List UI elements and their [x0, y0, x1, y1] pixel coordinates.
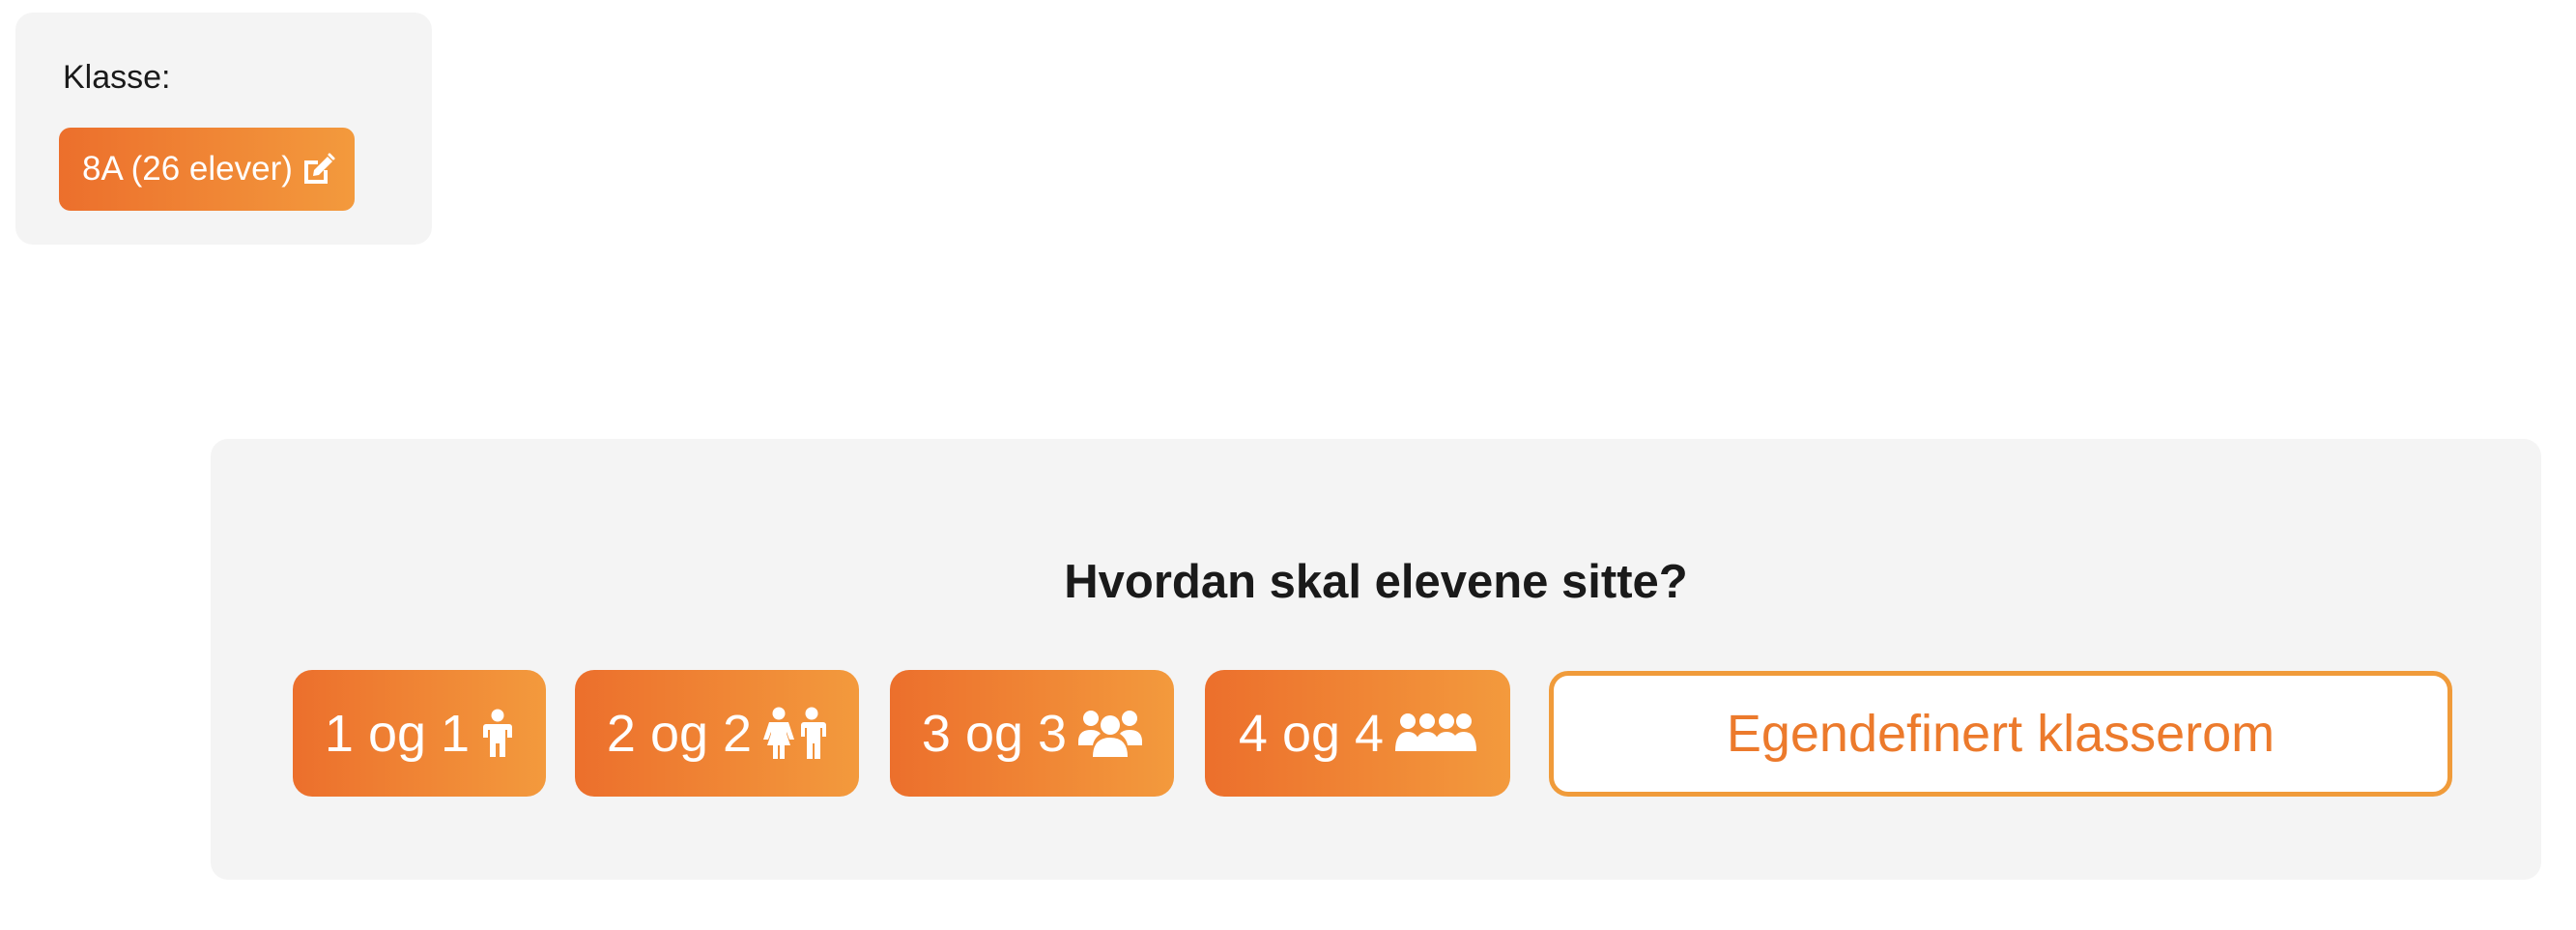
four-people-icon — [1395, 712, 1477, 755]
two-children-icon — [763, 707, 827, 761]
seating-panel: Hvordan skal elevene sitte? 1 og 1 2 og … — [211, 439, 2541, 880]
seat-option-2og2-button[interactable]: 2 og 2 — [575, 670, 859, 797]
class-card: Klasse: 8A (26 elever) — [15, 13, 432, 245]
seating-title: Hvordan skal elevene sitte? — [1064, 556, 1688, 608]
custom-classroom-button[interactable]: Egendefinert klasserom — [1549, 671, 2452, 797]
edit-icon — [301, 151, 337, 188]
seat-option-4og4-button[interactable]: 4 og 4 — [1205, 670, 1510, 797]
seat-option-label: 4 og 4 — [1238, 704, 1385, 763]
seat-option-label: 1 og 1 — [324, 704, 471, 763]
class-button-label: 8A (26 elever) — [82, 150, 293, 188]
single-child-icon — [481, 709, 514, 759]
seat-option-label: 3 og 3 — [921, 704, 1068, 763]
class-select-button[interactable]: 8A (26 elever) — [59, 128, 355, 211]
three-people-icon — [1078, 709, 1143, 759]
class-label: Klasse: — [63, 59, 171, 96]
seat-option-1og1-button[interactable]: 1 og 1 — [293, 670, 546, 797]
seat-option-label: 2 og 2 — [606, 704, 753, 763]
seat-option-3og3-button[interactable]: 3 og 3 — [890, 670, 1174, 797]
